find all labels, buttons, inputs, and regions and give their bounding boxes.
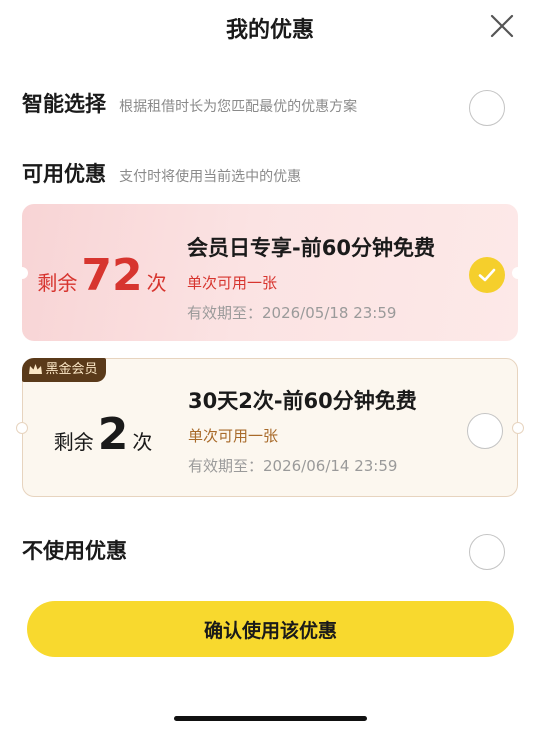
smart-select-title: 智能选择 [22, 92, 106, 116]
coupon-info: 30天2次-前60分钟免费 单次可用一张 有效期至：2026/06/14 23:… [188, 385, 417, 476]
close-button[interactable] [490, 14, 514, 38]
remaining-number: 2 [97, 409, 129, 460]
remaining-number: 72 [81, 250, 143, 301]
coupon-limit: 单次可用一张 [188, 427, 279, 445]
coupon-title: 会员日专享-前60分钟免费 [187, 236, 435, 260]
no-coupon-radio[interactable] [469, 534, 505, 570]
smart-select-row[interactable]: 智能选择 根据租借时长为您匹配最优的优惠方案 [22, 88, 518, 118]
coupon-limit: 单次可用一张 [187, 274, 278, 292]
available-coupons-title: 可用优惠 [22, 162, 106, 186]
remaining-suffix: 次 [146, 271, 167, 295]
coupon-radio-selected[interactable] [469, 257, 505, 293]
coupon-validity: 有效期至：2026/05/18 23:59 [187, 304, 397, 322]
no-coupon-label: 不使用优惠 [22, 539, 127, 563]
confirm-button[interactable]: 确认使用该优惠 [27, 601, 514, 657]
coupon-notch [512, 421, 524, 434]
coupon-notch [512, 266, 524, 279]
smart-select-radio[interactable] [469, 90, 505, 126]
black-gold-member-badge: 黑金会员 [21, 357, 106, 382]
coupon-card-member-day[interactable]: 剩余72 次 会员日专享-前60分钟免费 单次可用一张 有效期至：2026/05/… [16, 204, 524, 341]
coupon-radio[interactable] [467, 413, 503, 449]
remaining-suffix: 次 [132, 430, 153, 454]
header: 我的优惠 [0, 0, 540, 52]
page-title: 我的优惠 [225, 18, 314, 43]
smart-select-subtitle: 根据租借时长为您匹配最优的优惠方案 [119, 99, 358, 115]
coupon-card-30day[interactable]: 黑金会员 剩余2 次 30天2次-前60分钟免费 单次可用一张 有效期至：2026… [16, 357, 524, 497]
remaining-prefix: 剩余 [37, 271, 78, 295]
remaining-prefix: 剩余 [53, 430, 94, 454]
crown-icon [28, 364, 42, 374]
coupon-info: 会员日专享-前60分钟免费 单次可用一张 有效期至：2026/05/18 23:… [187, 232, 435, 323]
coupon-validity: 有效期至：2026/06/14 23:59 [188, 457, 398, 475]
badge-label: 黑金会员 [45, 361, 98, 377]
remaining-count: 剩余72 次 [22, 250, 182, 301]
available-coupons-subtitle: 支付时将使用当前选中的优惠 [119, 169, 302, 185]
no-coupon-row[interactable]: 不使用优惠 [22, 535, 518, 565]
available-coupons-header: 可用优惠 支付时将使用当前选中的优惠 [22, 158, 518, 188]
remaining-count: 剩余2 次 [23, 409, 183, 460]
coupon-title: 30天2次-前60分钟免费 [188, 389, 417, 413]
check-icon [478, 268, 496, 282]
close-icon [490, 14, 514, 38]
home-indicator [174, 716, 367, 721]
